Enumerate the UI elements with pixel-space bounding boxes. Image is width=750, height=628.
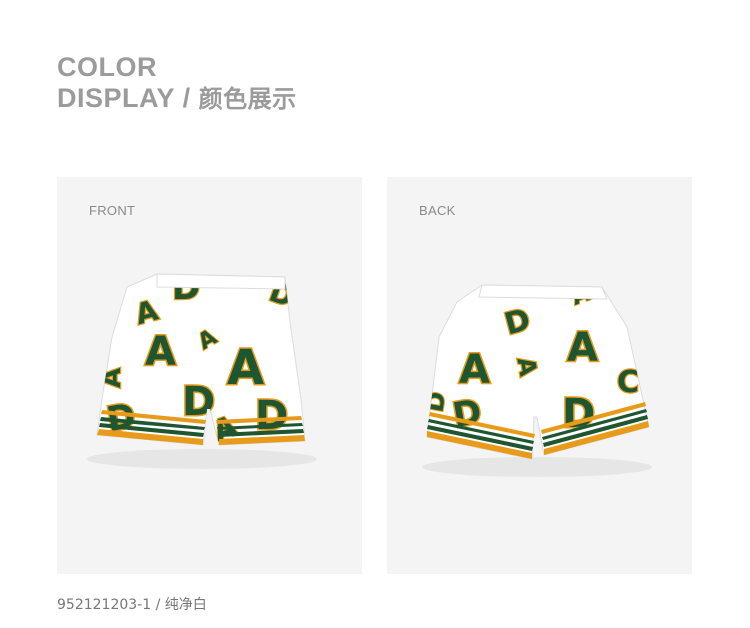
- svg-text:D: D: [182, 379, 215, 425]
- shorts-front-image: D D A A A A D D D A A: [87, 273, 317, 469]
- svg-text:C: C: [617, 365, 639, 400]
- product-caption: 952121203-1 / 纯净白: [57, 597, 207, 613]
- shorts-back-image: D A A D D A C D A: [422, 284, 652, 477]
- title-line-1: COLOR: [57, 52, 157, 82]
- svg-text:A: A: [227, 340, 264, 396]
- back-view-panel: BACK D A A D D A C D A: [387, 177, 692, 574]
- title-en: DISPLAY: [57, 83, 175, 113]
- svg-text:A: A: [145, 329, 176, 375]
- svg-text:A: A: [459, 347, 490, 393]
- front-view-panel: FRONT D D A A A A D D D A A: [57, 177, 362, 574]
- title-separator: /: [182, 83, 191, 113]
- section-title: COLOR DISPLAY / 颜色展示: [57, 52, 297, 115]
- svg-text:A: A: [97, 368, 127, 388]
- svg-text:A: A: [567, 325, 598, 371]
- title-cn: 颜色展示: [198, 85, 297, 113]
- title-line-2: DISPLAY / 颜色展示: [57, 83, 297, 115]
